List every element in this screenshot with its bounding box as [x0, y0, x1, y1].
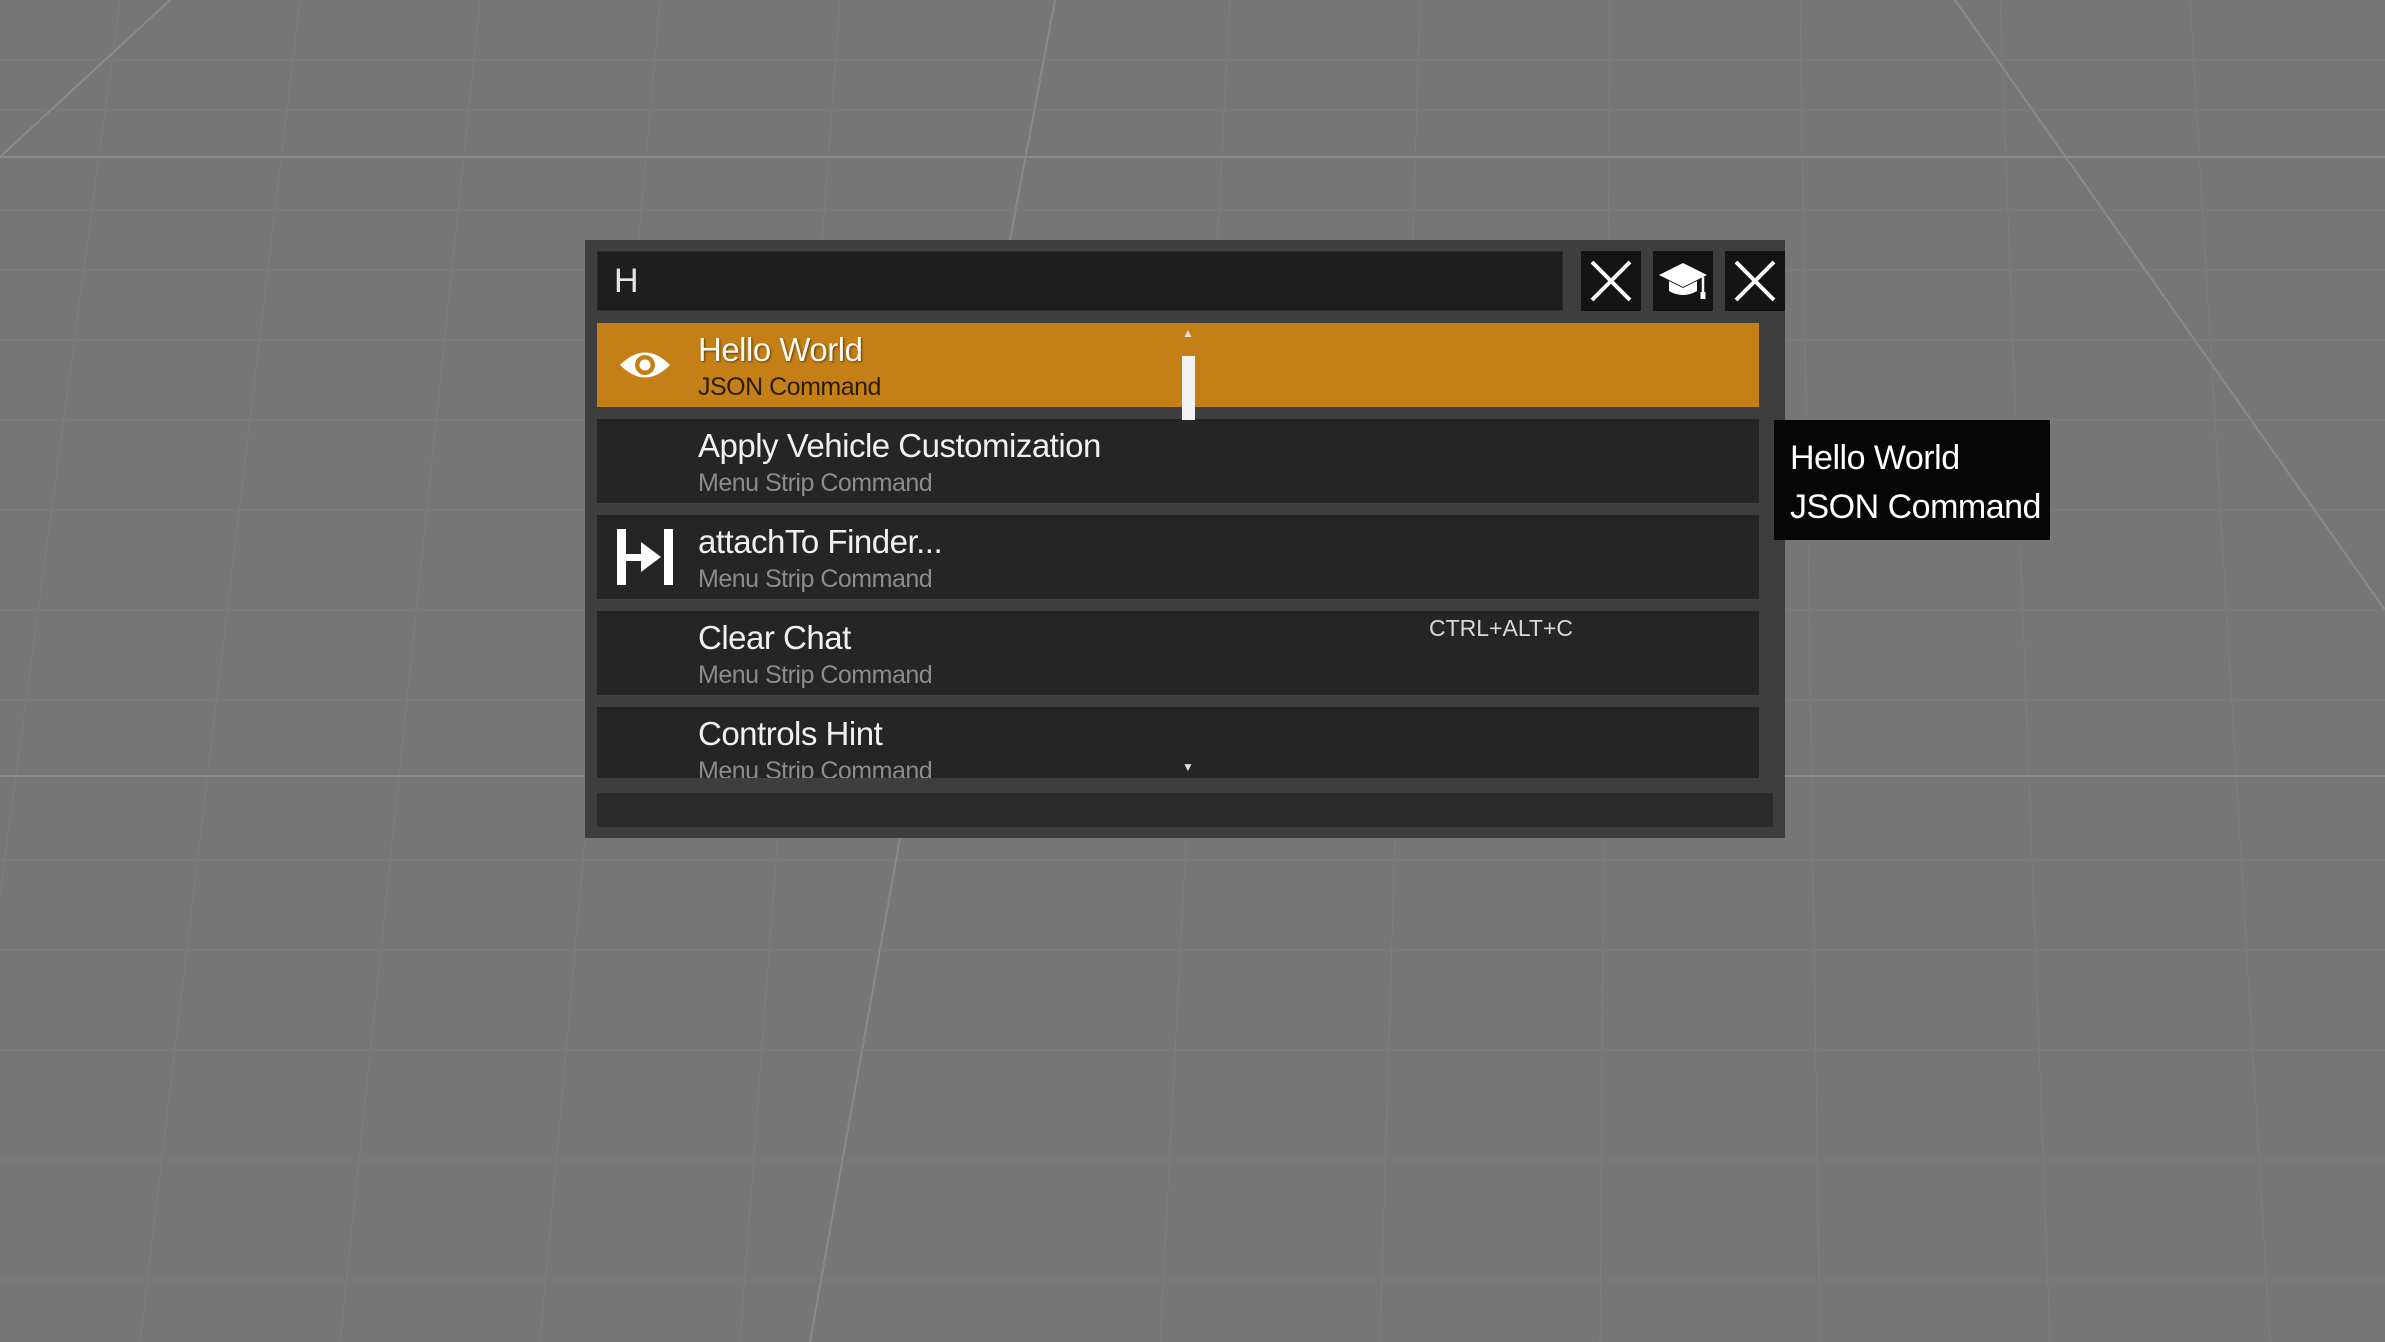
clear-search-button[interactable]	[1581, 251, 1641, 311]
result-item-apply-vehicle-customization[interactable]: Apply Vehicle Customization Menu Strip C…	[597, 419, 1759, 503]
keyboard-shortcut: CTRL+ALT+C	[1429, 615, 1574, 641]
tooltip-title: Hello World	[1790, 439, 1960, 477]
result-title: Controls Hint	[698, 715, 883, 752]
result-subtitle: Menu Strip Command	[698, 661, 933, 689]
result-item-controls-hint[interactable]: Controls Hint Menu Strip Command	[597, 707, 1759, 778]
result-title: attachTo Finder...	[698, 523, 943, 560]
scrollbar-thumb[interactable]	[1182, 356, 1195, 420]
result-tooltip: Hello World JSON Command	[1774, 420, 2050, 540]
close-palette-button[interactable]	[1725, 251, 1785, 311]
result-title: Hello World	[698, 331, 863, 368]
tooltip-subtitle: JSON Command	[1790, 488, 2041, 526]
search-input[interactable]	[597, 251, 1563, 311]
result-item-hello-world[interactable]: Hello World JSON Command	[597, 323, 1759, 407]
results-list: Hello World JSON Command Apply Vehicle C…	[597, 323, 1759, 1020]
scroll-up-arrow-icon[interactable]: ▲	[1181, 326, 1195, 340]
graduation-cap-icon	[1659, 263, 1707, 299]
result-subtitle: Menu Strip Command	[698, 565, 933, 593]
status-bar	[597, 793, 1773, 827]
tutorial-button[interactable]	[1653, 251, 1713, 311]
result-item-clear-chat[interactable]: Clear Chat Menu Strip Command CTRL+ALT+C	[597, 611, 1759, 695]
result-title: Apply Vehicle Customization	[698, 427, 1101, 464]
results-scrollbar[interactable]: ▲ ▼	[1181, 326, 1195, 782]
result-subtitle: Menu Strip Command	[698, 469, 933, 497]
eye-icon	[613, 337, 677, 393]
result-item-attachto-finder[interactable]: attachTo Finder... Menu Strip Command	[597, 515, 1759, 599]
result-subtitle: Menu Strip Command	[698, 757, 933, 778]
close-icon	[1734, 260, 1776, 302]
scroll-down-arrow-icon[interactable]: ▼	[1181, 760, 1195, 774]
results-viewport: Hello World JSON Command Apply Vehicle C…	[597, 323, 1759, 778]
result-subtitle: JSON Command	[698, 373, 881, 401]
close-icon	[1590, 260, 1632, 302]
attach-arrow-icon	[613, 529, 677, 585]
search-row	[597, 251, 1785, 311]
result-title: Clear Chat	[698, 619, 851, 656]
